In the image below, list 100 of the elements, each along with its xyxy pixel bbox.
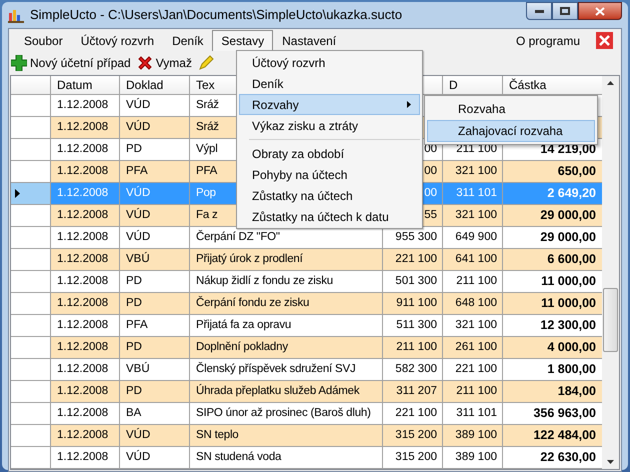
table-cell: Nákup židlí z fondu ze zisku (190, 271, 383, 292)
table-cell: 321 100 (443, 205, 503, 226)
pencil-icon (198, 55, 214, 71)
menu-item[interactable]: O programu (508, 30, 588, 51)
table-cell: 582 300 (383, 359, 443, 380)
table-cell: SN teplo (190, 425, 383, 446)
table-cell: 211 100 (443, 381, 503, 402)
table-cell: 1.12.2008 (51, 359, 120, 380)
table-cell: 389 100 (443, 425, 503, 446)
table-cell: PD (120, 271, 190, 292)
close-icon (595, 6, 605, 16)
table-cell: PD (120, 293, 190, 314)
table-cell: VBÚ (120, 249, 190, 270)
table-cell: 221 100 (443, 359, 503, 380)
scroll-thumb[interactable] (603, 288, 618, 352)
row-header[interactable] (11, 183, 51, 204)
table-cell: 1.12.2008 (51, 183, 120, 204)
menu-item[interactable]: Účtový rozvrh (72, 30, 164, 51)
table-cell: 511 300 (383, 315, 443, 336)
table-cell: Přijatá fa za opravu (190, 315, 383, 336)
maximize-icon (560, 7, 570, 15)
table-cell: VÚD (120, 95, 190, 116)
table-cell: PFA (120, 315, 190, 336)
table-cell: 1.12.2008 (51, 95, 120, 116)
table-cell: 1.12.2008 (51, 139, 120, 160)
table-cell: 315 200 (383, 425, 443, 446)
table-cell: 315 200 (383, 447, 443, 468)
minimize-icon (534, 10, 544, 12)
submenu-item[interactable]: Rozvaha (427, 98, 595, 120)
table-cell: 1.12.2008 (51, 271, 120, 292)
table-cell: 389 100 (443, 447, 503, 468)
table-cell: 311 207 (383, 381, 443, 402)
table-cell: 311 101 (443, 403, 503, 424)
table-cell: SN studená voda (190, 447, 383, 468)
table-cell: 221 100 (383, 403, 443, 424)
table-cell: 501 300 (383, 271, 443, 292)
table-cell: Členský příspěvek sdružení SVJ (190, 359, 383, 380)
window-title: SimpleUcto - C:\Users\Jan\Documents\SimpleUcto\ukazka.sucto (30, 6, 402, 24)
table-cell: SIPO únor až prosinec (Baroš dluh) (190, 403, 383, 424)
table-cell: 1.12.2008 (51, 249, 120, 270)
close-button[interactable] (578, 2, 622, 20)
table-cell: 1.12.2008 (51, 381, 120, 402)
table-cell: Doplnění pokladny (190, 337, 383, 358)
close-icon[interactable] (596, 32, 613, 49)
current-row-icon (15, 189, 20, 198)
table-cell: 211 100 (383, 337, 443, 358)
delete-icon (136, 55, 153, 71)
app-logo-icon (8, 7, 24, 23)
dropdown-item[interactable]: Rozvahy (239, 94, 420, 115)
table-cell: 1.12.2008 (51, 161, 120, 182)
table-cell: 1.12.2008 (51, 425, 120, 446)
table-cell: 1.12.2008 (51, 117, 120, 138)
menu-item[interactable]: Soubor (15, 30, 72, 51)
table-cell: 649 900 (443, 227, 503, 248)
toolbar-button[interactable]: Vymaž (136, 52, 192, 74)
table-cell: VÚD (120, 227, 190, 248)
plus-icon (11, 55, 27, 71)
table-cell: 211 100 (443, 271, 503, 292)
table-cell: VBÚ (120, 359, 190, 380)
table-cell: PD (120, 381, 190, 402)
menu-item[interactable]: Nastavení (273, 30, 346, 51)
table-cell: PD (120, 139, 190, 160)
scroll-down-icon[interactable] (607, 460, 614, 464)
scrollbar[interactable] (602, 76, 619, 469)
table-cell: 1.12.2008 (51, 227, 120, 248)
table-cell: 641 100 (443, 249, 503, 270)
table-cell: VÚD (120, 183, 190, 204)
menu-item[interactable]: Deník (163, 30, 212, 51)
table-cell: 1.12.2008 (51, 337, 120, 358)
minimize-button[interactable] (526, 2, 552, 20)
table-cell: VÚD (120, 205, 190, 226)
table-cell: BA (120, 403, 190, 424)
table-cell: VÚD (120, 447, 190, 468)
table-cell: Přijatý úrok z prodlení (190, 249, 383, 270)
table-cell: 1.12.2008 (51, 447, 120, 468)
table-cell: PD (120, 337, 190, 358)
menu-item[interactable]: Sestavy (212, 30, 274, 51)
table-cell: PFA (120, 161, 190, 182)
table-cell: 1.12.2008 (51, 205, 120, 226)
submenu-item[interactable]: Zahajovací rozvaha (427, 120, 595, 142)
table-cell: 1.12.2008 (51, 315, 120, 336)
column-header: Datum (51, 76, 120, 94)
table-cell: Čerpání fondu ze zisku (190, 293, 383, 314)
table-cell: 321 100 (443, 315, 503, 336)
maximize-button[interactable] (552, 2, 578, 20)
toolbar-button[interactable]: Nový účetní případ (11, 52, 131, 74)
table-cell: VÚD (120, 117, 190, 138)
table-cell: 221 100 (383, 249, 443, 270)
column-header: Doklad (120, 76, 190, 94)
table-cell: 1.12.2008 (51, 293, 120, 314)
table-cell: VÚD (120, 425, 190, 446)
table-cell: 648 100 (443, 293, 503, 314)
table-cell: 261 100 (443, 337, 503, 358)
table-cell: 911 100 (383, 293, 443, 314)
table-cell: 311 101 (443, 183, 503, 204)
table-cell: 321 100 (443, 161, 503, 182)
table-cell: 1.12.2008 (51, 403, 120, 424)
scroll-up-icon[interactable] (607, 81, 614, 85)
table-cell: Úhrada přeplatku služeb Adámek (190, 381, 383, 402)
dropdown-item[interactable]: Účtový rozvrh (239, 52, 420, 73)
